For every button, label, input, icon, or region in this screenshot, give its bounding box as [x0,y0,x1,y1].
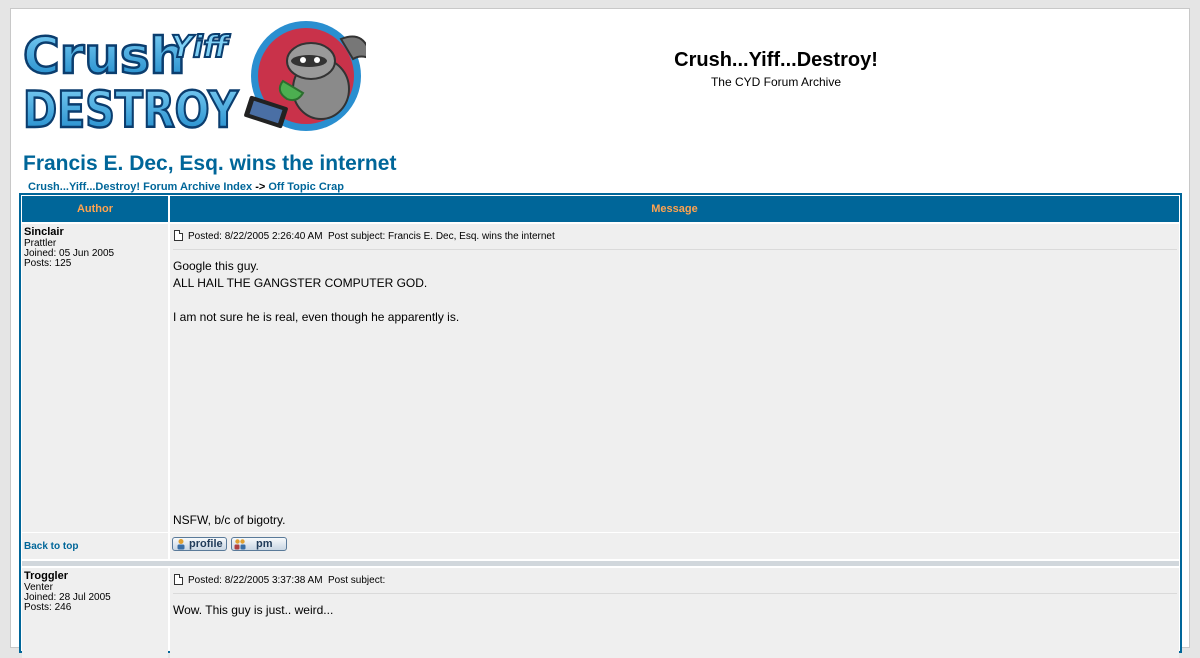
post-subject: Post subject: [328,575,386,586]
posts-table: Author Message Sinclair Prattler Joined:… [19,193,1182,658]
svg-text:Yiff: Yiff [171,30,231,65]
post-icon[interactable] [174,574,183,585]
site-logo[interactable]: Crush Yiff DESTROY [21,19,366,134]
profile-icon [177,539,185,550]
breadcrumb: Crush...Yiff...Destroy! Forum Archive In… [28,181,344,193]
pm-icon [234,539,246,550]
post-subject: Post subject: Francis E. Dec, Esq. wins … [328,231,555,242]
pm-button[interactable]: pm [231,537,287,551]
column-header-message: Message [170,196,1179,222]
post-divider [173,593,1177,594]
site-subtitle: The CYD Forum Archive [710,75,842,89]
topic-title[interactable]: Francis E. Dec, Esq. wins the internet [23,152,396,176]
post-message-cell [170,224,1179,532]
post-body-line: I am not sure he is real, even though he… [173,310,460,324]
profile-button-label: profile [189,538,223,550]
site-title: Crush...Yiff...Destroy! [674,49,878,71]
post-footer-cell [170,533,1179,559]
breadcrumb-forum-link[interactable]: Off Topic Crap [268,181,344,193]
column-header-author: Author [22,196,168,222]
breadcrumb-separator: -> [255,181,266,193]
post-body-line: Wow. This guy is just.. weird... [173,603,334,617]
post-date: Posted: 8/22/2005 3:37:38 AM [188,575,323,586]
post-body-line: NSFW, b/c of bigotry. [173,513,286,527]
post-author-name[interactable]: Troggler [24,570,68,582]
post-author-cell [22,224,168,532]
post-author-postcount: Posts: 125 [24,258,72,269]
post-divider [173,249,1177,250]
post-author-name[interactable]: Sinclair [24,226,64,238]
post-body-line: Google this guy. [173,259,259,273]
profile-button[interactable]: profile [172,537,227,551]
post-body-line: ALL HAIL THE GANGSTER COMPUTER GOD. [173,276,428,290]
svg-text:DESTROY: DESTROY [23,81,239,134]
post-author-postcount: Posts: 246 [24,602,72,613]
page-container: Crush Yiff DESTROY Crush...Yiff...Destro… [10,8,1190,658]
breadcrumb-index-link[interactable]: Crush...Yiff...Destroy! Forum Archive In… [28,181,252,193]
svg-text:Crush: Crush [23,27,185,85]
post-icon[interactable] [174,230,183,241]
post-spacer [22,561,1179,566]
back-to-top-link[interactable]: Back to top [24,541,78,552]
post-date: Posted: 8/22/2005 2:26:40 AM [188,231,323,242]
pm-button-label: pm [256,538,273,550]
